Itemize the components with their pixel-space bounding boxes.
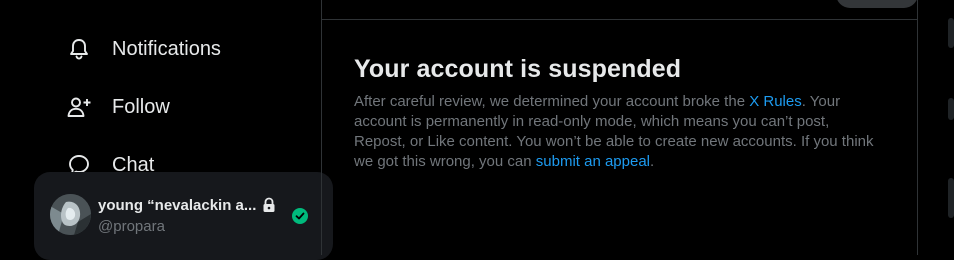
x-rules-link[interactable]: X Rules xyxy=(749,93,802,110)
right-panel-edge xyxy=(948,178,954,218)
verified-check-icon xyxy=(292,208,308,229)
column-divider-right xyxy=(917,0,918,255)
suspension-message: After careful review, we determined your… xyxy=(354,92,874,172)
account-switcher-button[interactable]: young “nevalackin a... @propara xyxy=(34,172,333,260)
message-text: . xyxy=(650,153,655,170)
account-display-name: young “nevalackin a... xyxy=(98,197,257,214)
header-divider xyxy=(322,19,917,20)
person-add-icon xyxy=(66,94,92,120)
column-divider-left xyxy=(321,0,322,255)
bell-icon xyxy=(66,36,92,62)
lock-icon xyxy=(262,197,276,218)
sidebar-item-label: Notifications xyxy=(112,37,221,60)
avatar xyxy=(50,194,91,235)
header-button[interactable] xyxy=(836,0,918,8)
message-text: After careful review, we determined your… xyxy=(354,93,750,110)
page-title: Your account is suspended xyxy=(354,55,682,83)
right-panel-edge xyxy=(948,18,954,48)
submit-appeal-link[interactable]: submit an appeal xyxy=(536,153,650,170)
sidebar-item-follow[interactable]: Follow xyxy=(52,85,272,129)
partial-nav-item-icon xyxy=(66,0,126,4)
sidebar-nav: Notifications Follow Chat young “nevalac… xyxy=(0,0,333,260)
account-handle: @propara xyxy=(98,218,165,235)
right-panel-edge xyxy=(948,98,954,120)
sidebar-item-label: Follow xyxy=(112,95,170,118)
sidebar-item-notifications[interactable]: Notifications xyxy=(52,27,272,71)
